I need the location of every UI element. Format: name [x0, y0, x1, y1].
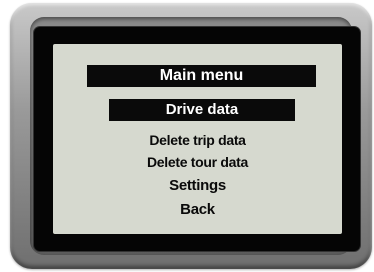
lcd-screen: Main menu Drive data Delete trip data De…: [53, 44, 342, 234]
menu-item-settings[interactable]: Settings: [53, 176, 342, 196]
menu-item-delete-trip-data[interactable]: Delete trip data: [53, 130, 342, 150]
menu-item-delete-tour-data[interactable]: Delete tour data: [53, 152, 342, 172]
menu-title: Main menu: [87, 65, 316, 87]
menu-item-back[interactable]: Back: [53, 200, 342, 220]
menu-item-drive-data[interactable]: Drive data: [109, 99, 295, 121]
